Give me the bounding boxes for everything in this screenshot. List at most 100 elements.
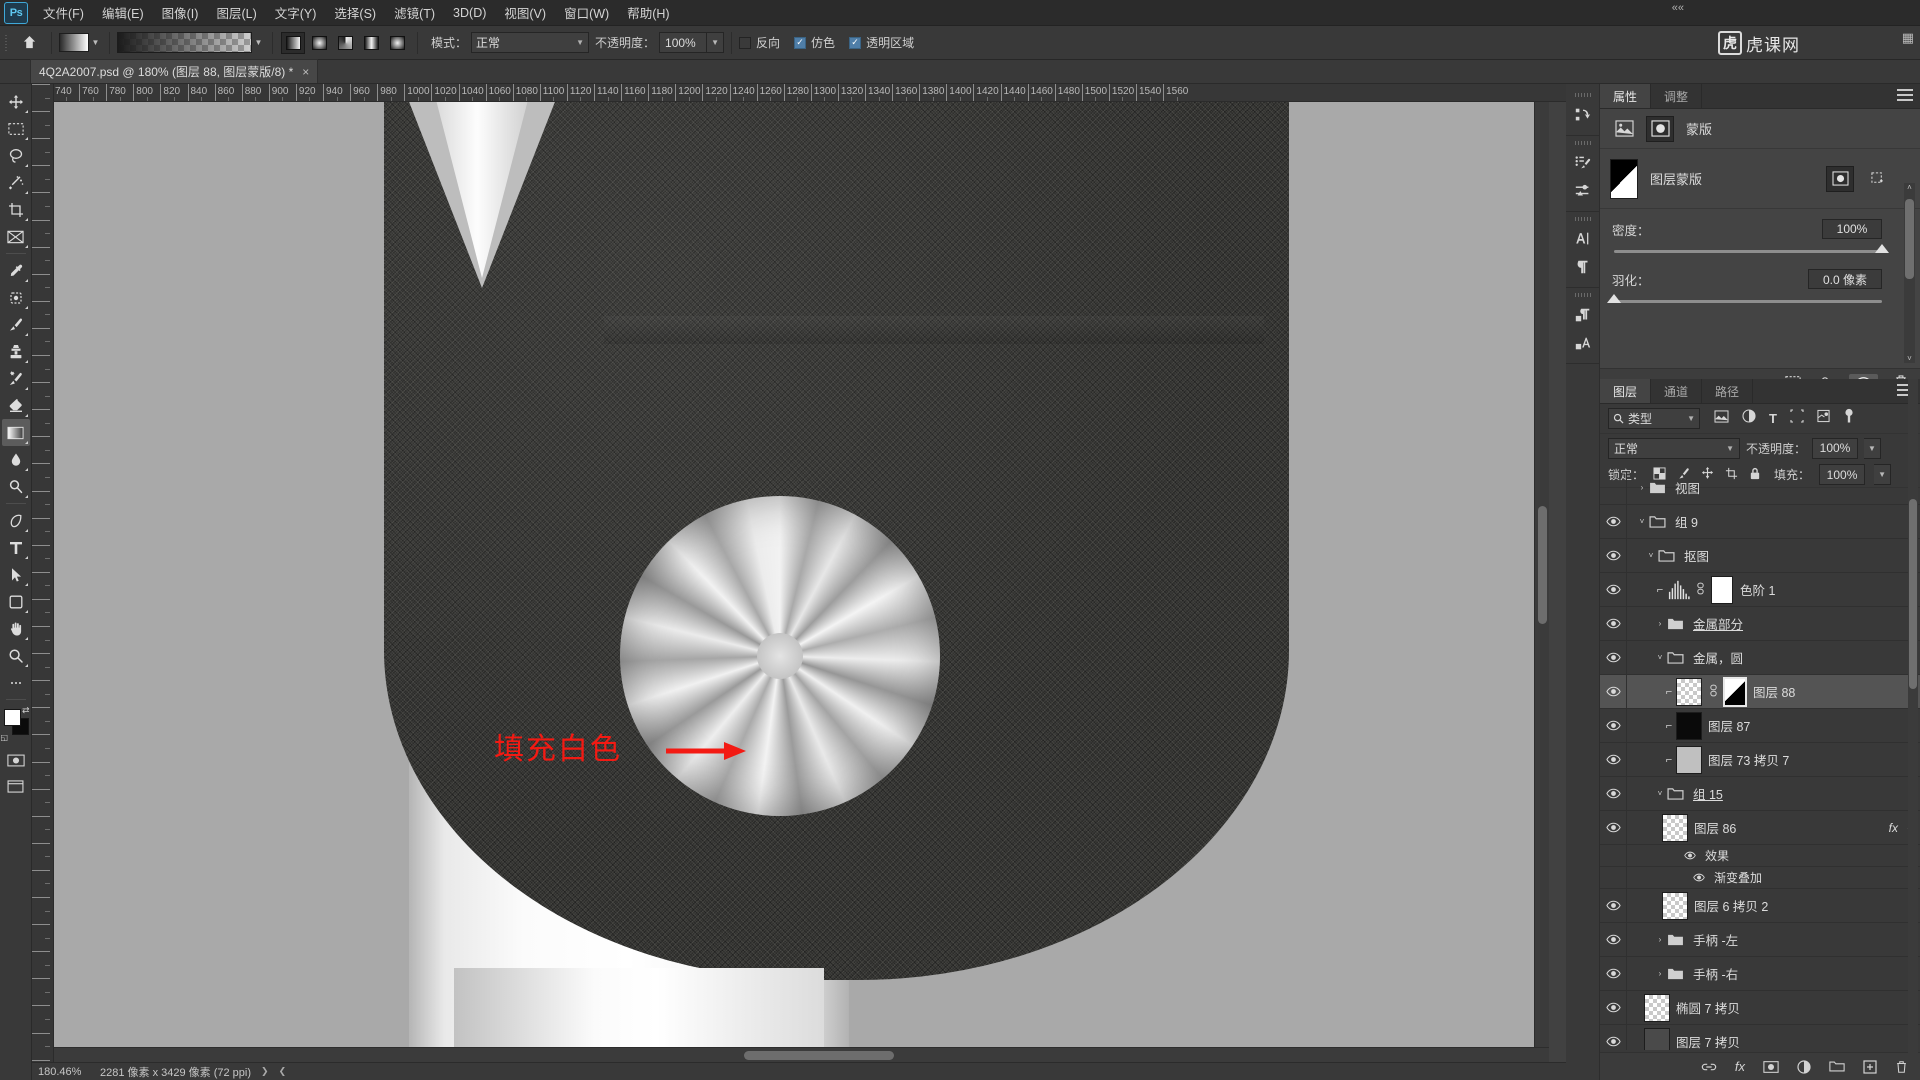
link-icon[interactable] bbox=[1708, 684, 1719, 700]
zoom-tool[interactable] bbox=[2, 642, 30, 669]
layer-thumbnail[interactable] bbox=[1662, 891, 1688, 920]
paragraph-icon[interactable] bbox=[1568, 253, 1598, 281]
image-canvas[interactable]: 填充白色 bbox=[54, 102, 1549, 1062]
shape-tool[interactable] bbox=[2, 588, 30, 615]
history-icon[interactable] bbox=[1568, 101, 1598, 129]
scrollbar-thumb[interactable] bbox=[1538, 506, 1547, 624]
menu-edit[interactable]: 编辑(E) bbox=[93, 0, 153, 25]
smart-object-filter-icon[interactable] bbox=[1817, 409, 1830, 428]
document-tab[interactable]: 4Q2A2007.psd @ 180% (图层 88, 图层蒙版/8) * × bbox=[30, 59, 319, 83]
close-icon[interactable]: × bbox=[302, 65, 309, 79]
reflected-gradient-button[interactable] bbox=[359, 32, 383, 54]
layer-blend-mode-select[interactable]: 正常 ▼ bbox=[1608, 437, 1740, 459]
layer-visibility-icon[interactable] bbox=[1600, 686, 1626, 697]
status-expand-icon[interactable]: ❯ bbox=[261, 1066, 269, 1077]
default-colors-icon[interactable]: ◱ bbox=[1, 733, 9, 742]
density-slider-track[interactable] bbox=[1614, 244, 1889, 253]
vector-mask-icon[interactable] bbox=[1864, 166, 1892, 192]
filter-toggle[interactable] bbox=[1843, 408, 1855, 429]
dock-collapse-icon[interactable]: «« bbox=[1672, 2, 1684, 14]
dodge-tool[interactable] bbox=[2, 473, 30, 500]
layer-thumbnail[interactable] bbox=[1676, 745, 1702, 774]
menu-image[interactable]: 图像(I) bbox=[153, 0, 208, 25]
transparency-checkbox[interactable]: ✓ 透明区域 bbox=[849, 34, 914, 51]
marquee-tool[interactable] bbox=[2, 115, 30, 142]
adjustment-filter-icon[interactable] bbox=[1742, 409, 1756, 428]
tab-bar-grip[interactable] bbox=[0, 59, 30, 83]
chevron-right-icon[interactable]: › bbox=[1653, 969, 1667, 978]
gradient-swatch[interactable] bbox=[59, 33, 89, 52]
layer-row[interactable]: ⌐ 图层 73 拷贝 7 bbox=[1600, 743, 1920, 777]
diamond-gradient-button[interactable] bbox=[385, 32, 409, 54]
more-tools[interactable] bbox=[2, 669, 30, 696]
image-adjust-icon[interactable] bbox=[1610, 116, 1638, 142]
link-icon[interactable] bbox=[1695, 582, 1706, 598]
path-selection-tool[interactable] bbox=[2, 561, 30, 588]
mask-thumbnail[interactable] bbox=[1610, 158, 1638, 199]
tab-channels[interactable]: 通道 bbox=[1651, 379, 1703, 403]
layers-scrollbar[interactable] bbox=[1908, 379, 1918, 1080]
layer-mask-thumbnail[interactable] bbox=[1723, 676, 1747, 707]
layer-thumbnail[interactable] bbox=[1676, 711, 1702, 740]
layer-row[interactable]: 图层 86fx˄ bbox=[1600, 811, 1920, 845]
adjustment-layer-icon[interactable] bbox=[1797, 1059, 1811, 1074]
vertical-ruler[interactable] bbox=[32, 84, 54, 1080]
screen-mode-icon[interactable] bbox=[4, 775, 28, 797]
home-icon[interactable] bbox=[14, 26, 44, 60]
chevron-right-icon[interactable]: › bbox=[1653, 935, 1667, 944]
menu-type[interactable]: 文字(Y) bbox=[266, 0, 326, 25]
layer-thumbnail[interactable] bbox=[1644, 1027, 1670, 1050]
dither-checkbox[interactable]: ✓ 仿色 bbox=[794, 34, 835, 51]
layer-visibility-icon[interactable] bbox=[1600, 652, 1626, 663]
gradient-tool[interactable] bbox=[1, 419, 30, 446]
lasso-tool[interactable] bbox=[2, 142, 30, 169]
layer-thumbnail[interactable] bbox=[1676, 677, 1702, 706]
effect-visibility-icon[interactable] bbox=[1689, 873, 1709, 882]
rail-grip[interactable] bbox=[1574, 217, 1591, 221]
new-layer-icon[interactable] bbox=[1863, 1059, 1877, 1074]
menu-select[interactable]: 选择(S) bbox=[325, 0, 385, 25]
layer-visibility-icon[interactable] bbox=[1600, 968, 1626, 979]
layer-row[interactable]: ˅ 金属，圆 bbox=[1600, 641, 1920, 675]
layer-visibility-icon[interactable] bbox=[1600, 584, 1626, 595]
menu-layer[interactable]: 图层(L) bbox=[207, 0, 265, 25]
blur-tool[interactable] bbox=[2, 446, 30, 473]
chevron-down-icon[interactable]: ˅ bbox=[1644, 551, 1658, 560]
rail-grip[interactable] bbox=[1574, 293, 1591, 297]
layer-visibility-icon[interactable] bbox=[1600, 754, 1626, 765]
menu-filter[interactable]: 滤镜(T) bbox=[385, 0, 444, 25]
menu-window[interactable]: 窗口(W) bbox=[555, 0, 618, 25]
layer-row[interactable]: 渐变叠加 bbox=[1600, 867, 1920, 889]
layer-visibility-icon[interactable] bbox=[1600, 618, 1626, 629]
layer-mask-thumbnail[interactable] bbox=[1711, 575, 1733, 604]
options-bar-grip[interactable] bbox=[0, 25, 14, 60]
add-mask-icon[interactable] bbox=[1763, 1060, 1779, 1074]
layer-thumbnail[interactable] bbox=[1644, 993, 1670, 1022]
paragraph-styles-icon[interactable] bbox=[1568, 301, 1598, 329]
magic-wand-tool[interactable] bbox=[2, 169, 30, 196]
history-brush-tool[interactable] bbox=[2, 365, 30, 392]
layer-visibility-icon[interactable] bbox=[1600, 934, 1626, 945]
density-input[interactable]: 100% bbox=[1822, 219, 1882, 239]
menu-3d[interactable]: 3D(D) bbox=[444, 3, 495, 23]
tab-paths[interactable]: 路径 bbox=[1702, 379, 1754, 403]
panel-menu-icon[interactable] bbox=[1897, 89, 1913, 103]
chevron-down-icon[interactable]: ˅ bbox=[1635, 517, 1649, 526]
layer-row[interactable]: › 手柄 -右 bbox=[1600, 957, 1920, 991]
layer-row[interactable]: ⌐ 图层 88 bbox=[1600, 675, 1920, 709]
layer-visibility-icon[interactable] bbox=[1600, 720, 1626, 731]
menu-help[interactable]: 帮助(H) bbox=[618, 0, 678, 25]
feather-slider-track[interactable] bbox=[1607, 294, 1882, 303]
horizontal-ruler[interactable]: 740 760 780 800 820 840 860 880 900 920 940 960 980 1… bbox=[54, 84, 1566, 102]
brush-settings-icon[interactable] bbox=[1568, 177, 1598, 205]
menu-file[interactable]: 文件(F) bbox=[34, 0, 93, 25]
brush-tool[interactable] bbox=[2, 311, 30, 338]
layer-row[interactable]: 图层 6 拷贝 2 bbox=[1600, 889, 1920, 923]
rail-grip[interactable] bbox=[1574, 93, 1591, 97]
layer-visibility-icon[interactable] bbox=[1600, 1002, 1626, 1013]
feather-slider-knob[interactable] bbox=[1607, 294, 1621, 303]
density-slider-knob[interactable] bbox=[1875, 244, 1889, 253]
layer-row[interactable]: ⌐ 图层 87 bbox=[1600, 709, 1920, 743]
scrollbar-thumb[interactable] bbox=[1905, 199, 1914, 279]
layer-effects-icon[interactable]: fx bbox=[1889, 821, 1898, 835]
